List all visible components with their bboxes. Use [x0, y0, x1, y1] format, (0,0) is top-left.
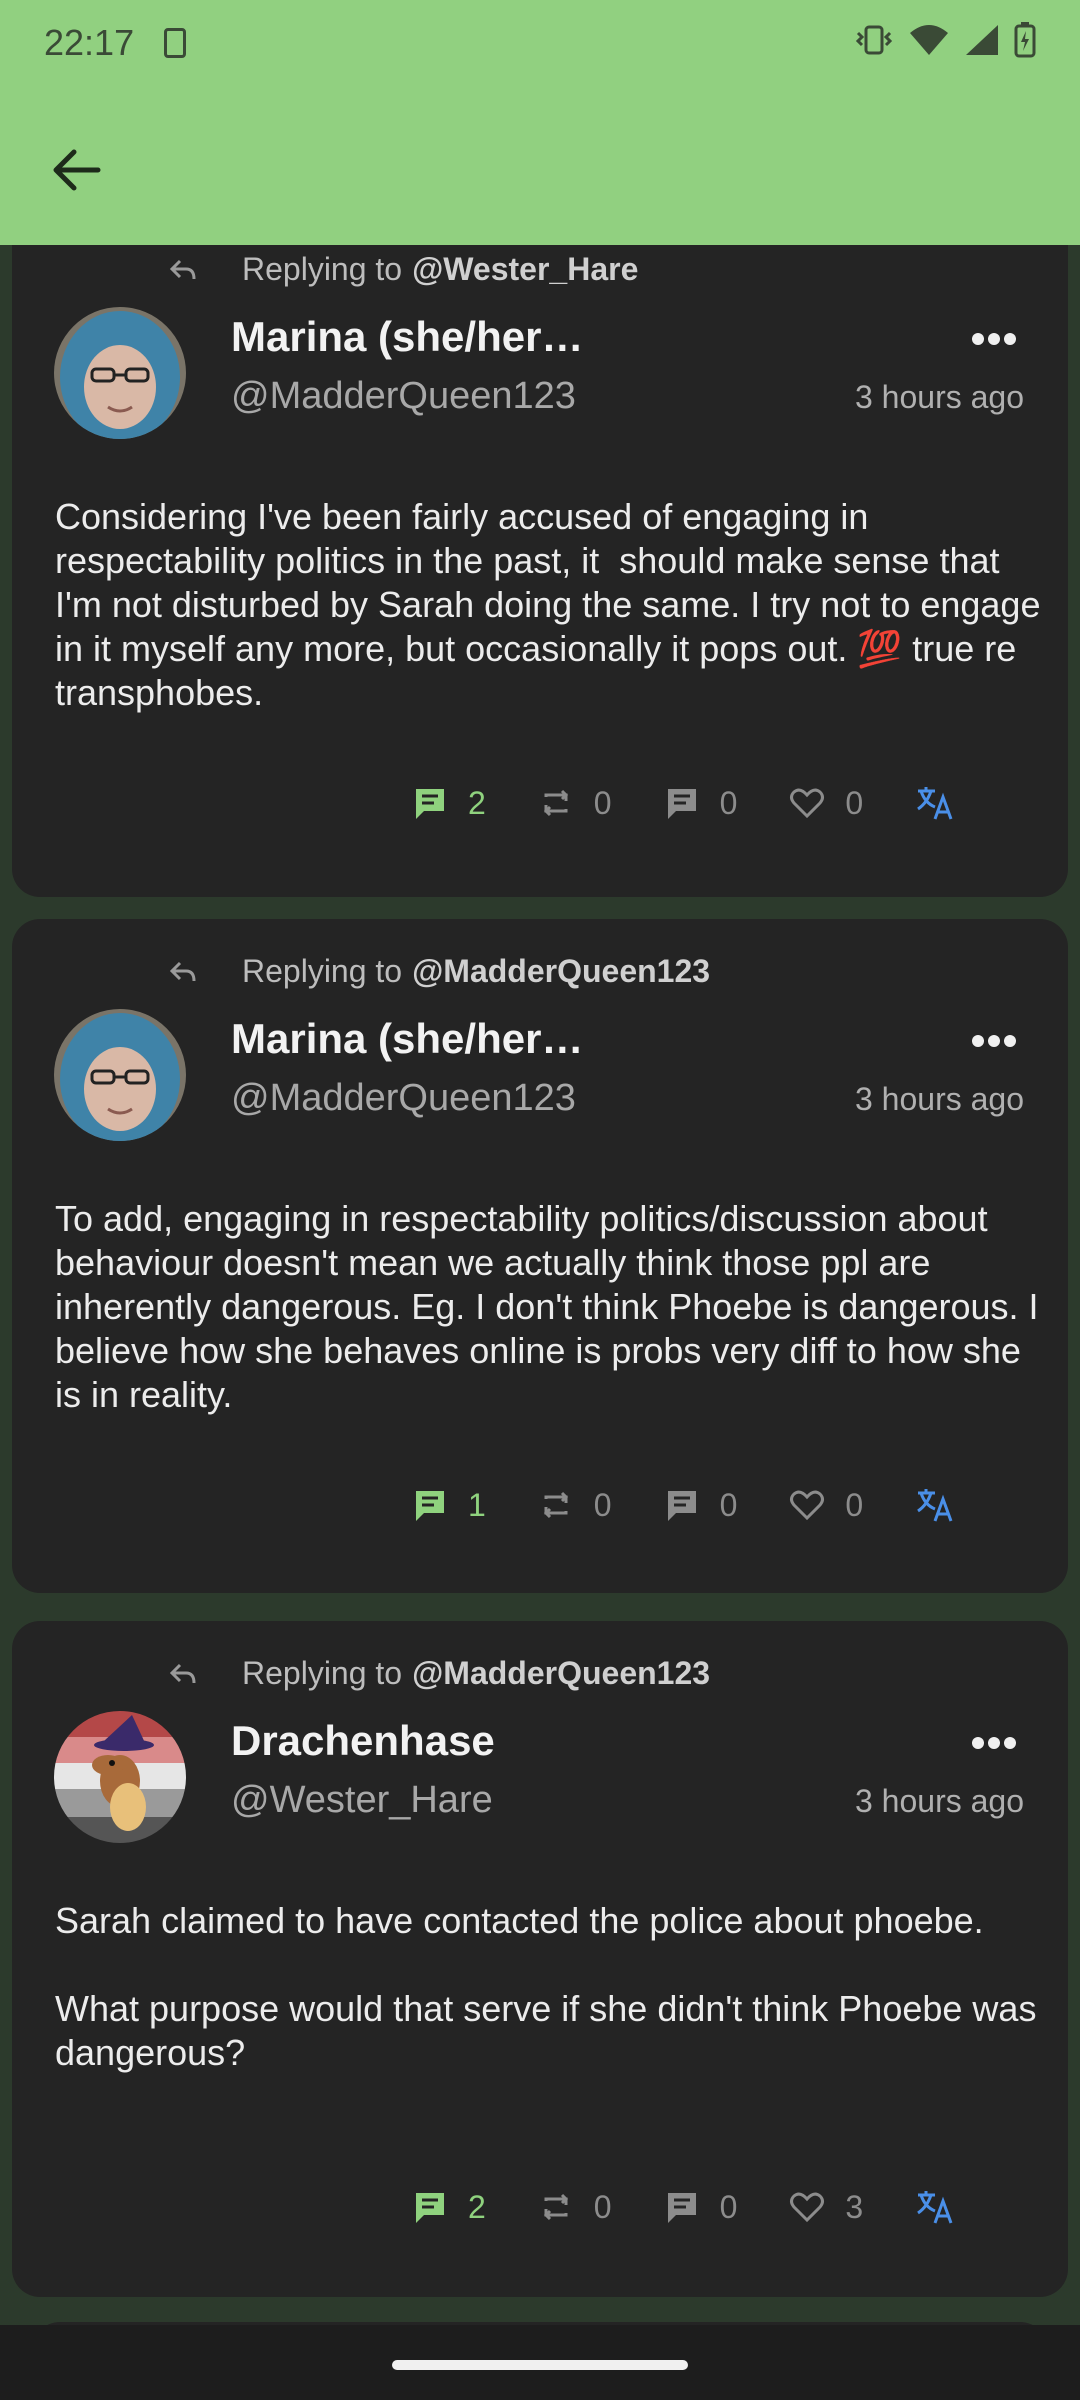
- repost-icon: [543, 2193, 568, 2221]
- battery-icon: [1014, 22, 1036, 58]
- replying-prefix: Replying to: [242, 953, 403, 989]
- reply-arrow-icon: [169, 961, 196, 981]
- replies-count: 2: [468, 784, 486, 821]
- quote-icon: [667, 1491, 696, 1521]
- heart-icon: [790, 2192, 825, 2223]
- status-icons: [854, 22, 1036, 58]
- heart-icon: [790, 1490, 825, 1521]
- boost-button[interactable]: 0: [538, 2189, 612, 2226]
- boost-button[interactable]: 0: [538, 785, 612, 822]
- more-options-icon[interactable]: [970, 329, 1018, 349]
- replies-button[interactable]: 1: [412, 1487, 486, 1524]
- like-button[interactable]: 0: [789, 1487, 863, 1524]
- replying-to-handle[interactable]: @MadderQueen123: [412, 953, 710, 990]
- post-card[interactable]: Replying to @MadderQueen123 Drachenhase …: [12, 1621, 1068, 2297]
- repost-icon: [543, 1491, 568, 1519]
- post-card[interactable]: Replying to @MadderQueen123 Marina (she/…: [12, 919, 1068, 1593]
- comment-icon: [416, 2193, 444, 2223]
- post-text: Considering I've been fairly accused of …: [55, 496, 1051, 713]
- translate-icon[interactable]: [915, 2187, 955, 2227]
- translate-icon[interactable]: [915, 1485, 955, 1525]
- arrow-left-icon[interactable]: [46, 140, 106, 200]
- post-actions: 2 0 0 0: [412, 783, 955, 823]
- quotes-count: 0: [719, 2188, 738, 2225]
- boosts-count: 0: [593, 2188, 612, 2225]
- post-time: 3 hours ago: [854, 1783, 1024, 1819]
- quote-icon: [667, 2193, 696, 2223]
- quote-button[interactable]: 0: [664, 1486, 738, 1524]
- replies-count: 2: [468, 2188, 486, 2225]
- quotes-count: 0: [719, 784, 738, 821]
- avatar[interactable]: [54, 1009, 186, 1141]
- replying-to-handle[interactable]: @Wester_Hare: [412, 251, 638, 288]
- replies-button[interactable]: 2: [412, 2189, 486, 2226]
- replies-count: 1: [468, 1486, 486, 1523]
- replying-prefix: Replying to: [242, 251, 403, 287]
- top-app-bar: 22:17: [0, 0, 1080, 245]
- home-gesture-pill[interactable]: [392, 2360, 688, 2370]
- display-name[interactable]: Drachenhase: [231, 1717, 495, 1765]
- quote-button[interactable]: 0: [664, 784, 738, 822]
- post-time: 3 hours ago: [854, 379, 1024, 415]
- likes-count: 0: [845, 784, 864, 821]
- boost-button[interactable]: 0: [538, 1487, 612, 1524]
- post-text: To add, engaging in respectability polit…: [55, 1198, 1049, 1415]
- boosts-count: 0: [593, 784, 612, 821]
- replying-to-handle[interactable]: @MadderQueen123: [412, 1655, 710, 1692]
- replying-prefix: Replying to: [242, 1655, 403, 1691]
- post-actions: 1 0 0 0: [412, 1485, 955, 1525]
- likes-count: 0: [845, 1486, 864, 1523]
- like-button[interactable]: 3: [789, 2189, 863, 2226]
- status-time: 22:17: [44, 22, 135, 63]
- replying-to-line: Replying to @Wester_Hare: [168, 251, 638, 288]
- replies-button[interactable]: 2: [412, 785, 486, 822]
- post-text: Sarah claimed to have contacted the poli…: [55, 1900, 1037, 2073]
- boosts-count: 0: [593, 1486, 612, 1523]
- quotes-count: 0: [719, 1486, 738, 1523]
- replying-to-line: Replying to @MadderQueen123: [168, 1655, 710, 1692]
- reply-arrow-icon: [169, 259, 196, 279]
- display-name[interactable]: Marina (she/her…: [231, 1015, 583, 1063]
- reply-arrow-icon: [169, 1663, 196, 1683]
- vibrate-icon: [855, 25, 893, 55]
- comment-icon: [416, 1491, 444, 1521]
- display-name[interactable]: Marina (she/her…: [231, 313, 583, 361]
- post-time: 3 hours ago: [854, 1081, 1024, 1117]
- likes-count: 3: [845, 2188, 864, 2225]
- comment-icon: [416, 789, 444, 819]
- wifi-icon: [910, 25, 948, 55]
- user-handle[interactable]: @Wester_Hare: [231, 1779, 493, 1822]
- quote-icon: [667, 789, 696, 819]
- quote-button[interactable]: 0: [664, 2188, 738, 2226]
- more-options-icon[interactable]: [970, 1031, 1018, 1051]
- avatar[interactable]: [54, 1711, 186, 1843]
- user-handle[interactable]: @MadderQueen123: [231, 375, 576, 418]
- sim-icon: [164, 28, 186, 58]
- more-options-icon[interactable]: [970, 1733, 1018, 1753]
- post-card[interactable]: Replying to @Wester_Hare Marina (she/her…: [12, 215, 1068, 897]
- post-actions: 2 0 0 3: [412, 2187, 955, 2227]
- signal-icon: [966, 25, 998, 55]
- replying-to-line: Replying to @MadderQueen123: [168, 953, 710, 990]
- heart-icon: [790, 788, 825, 819]
- translate-icon[interactable]: [915, 783, 955, 823]
- user-handle[interactable]: @MadderQueen123: [231, 1077, 576, 1120]
- avatar[interactable]: [54, 307, 186, 439]
- like-button[interactable]: 0: [789, 785, 863, 822]
- repost-icon: [543, 789, 568, 817]
